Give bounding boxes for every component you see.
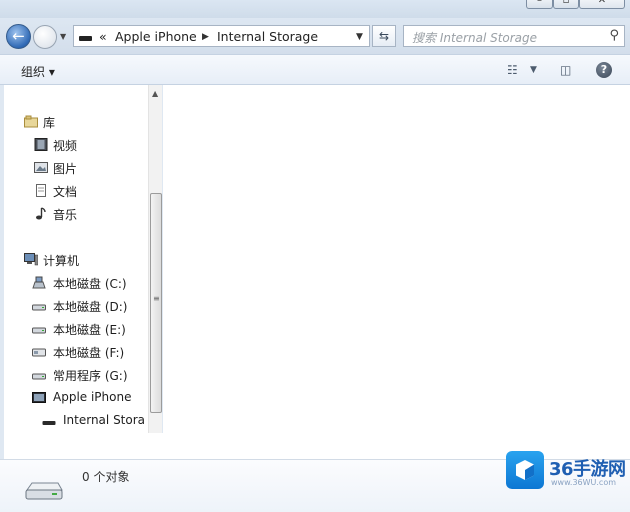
nav-apple-iphone[interactable]: Apple iPhone: [4, 388, 144, 408]
picture-icon: [34, 162, 48, 173]
title-bar: – ▫ ✕: [0, 0, 630, 18]
phone-storage-icon: [79, 36, 92, 41]
nav-drive-c-label: 本地磁盘 (C:): [53, 277, 127, 291]
nav-drive-f-label: 本地磁盘 (F:): [53, 346, 125, 360]
navigation-pane-footer: [4, 433, 163, 459]
view-options-icon[interactable]: ☷: [507, 63, 518, 77]
nav-libraries[interactable]: 库: [4, 112, 144, 132]
minimize-icon: –: [537, 0, 542, 6]
video-icon: [34, 138, 48, 151]
preview-pane-icon[interactable]: ◫: [560, 63, 571, 77]
address-overflow[interactable]: «: [99, 29, 107, 44]
nav-drive-c[interactable]: 本地磁盘 (C:): [4, 273, 144, 293]
nav-apple-iphone-label: Apple iPhone: [53, 390, 132, 404]
nav-documents-label: 文档: [53, 185, 78, 199]
view-dropdown-icon[interactable]: ▼: [530, 65, 537, 75]
help-icon[interactable]: ?: [596, 62, 612, 78]
nav-computer-label: 计算机: [43, 254, 80, 268]
nav-drive-d[interactable]: 本地磁盘 (D:): [4, 296, 144, 316]
watermark-url: www.36WU.com: [551, 478, 617, 487]
organize-button[interactable]: 组织 ▾: [21, 63, 55, 80]
search-icon[interactable]: ⚲: [609, 28, 619, 43]
watermark-cube-icon: [516, 460, 534, 480]
portable-device-icon: [25, 482, 63, 500]
nav-documents[interactable]: 文档: [4, 181, 144, 201]
nav-videos-label: 视频: [53, 139, 78, 153]
nav-drive-e[interactable]: 本地磁盘 (E:): [4, 319, 144, 339]
refresh-icon: ⇆: [378, 29, 390, 43]
back-icon: ←: [12, 27, 25, 45]
nav-computer[interactable]: 计算机: [4, 250, 144, 270]
watermark-logo: [506, 451, 544, 489]
nav-internal-storage-label: Internal Stora: [63, 413, 146, 427]
nav-music[interactable]: 音乐: [4, 204, 144, 224]
search-placeholder: 搜索 Internal Storage: [412, 31, 538, 45]
item-count: 0 个对象: [82, 470, 130, 484]
nav-drive-f[interactable]: 本地磁盘 (F:): [4, 342, 144, 362]
drive-icon: [32, 304, 46, 311]
maximize-button[interactable]: ▫: [553, 0, 579, 9]
nav-pictures-label: 图片: [53, 162, 78, 176]
address-history-dropdown[interactable]: ▼: [356, 32, 363, 42]
drive-icon: [32, 348, 46, 357]
address-bar[interactable]: « Apple iPhone ▶ Internal Storage ▼: [73, 25, 370, 47]
back-button[interactable]: ←: [6, 24, 31, 49]
close-button[interactable]: ✕: [579, 0, 625, 9]
minimize-button[interactable]: –: [526, 0, 553, 9]
library-icon: [24, 115, 38, 128]
music-icon: [36, 207, 46, 220]
recent-pages-dropdown[interactable]: ▼: [60, 32, 66, 41]
document-icon: [36, 184, 46, 197]
system-drive-icon: [32, 276, 46, 289]
scroll-up-icon[interactable]: ▲: [152, 89, 158, 98]
nav-drive-e-label: 本地磁盘 (E:): [53, 323, 126, 337]
nav-music-label: 音乐: [53, 208, 78, 222]
drive-icon: [32, 327, 46, 334]
file-list[interactable]: [163, 85, 630, 459]
close-icon: ✕: [597, 0, 607, 6]
address-segment-internal-storage[interactable]: Internal Storage: [217, 29, 318, 44]
maximize-icon: ▫: [562, 0, 570, 6]
nav-libraries-label: 库: [43, 116, 56, 130]
nav-internal-storage[interactable]: Internal Stora: [4, 411, 146, 431]
navigation-pane: 库 视频 图片 文档 音乐 计算机 本地磁盘 (C:) 本地磁盘 (D:) 本地…: [4, 85, 162, 433]
nav-scrollbar[interactable]: ▲ ≡: [148, 85, 162, 433]
forward-button[interactable]: [33, 25, 57, 49]
nav-drive-d-label: 本地磁盘 (D:): [53, 300, 128, 314]
phone-storage-icon: [42, 421, 56, 425]
scroll-grip-icon: ≡: [153, 294, 160, 303]
nav-pictures[interactable]: 图片: [4, 158, 144, 178]
command-bar: 组织 ▾ ☷ ▼ ◫ ?: [0, 54, 630, 85]
phone-icon: [32, 392, 46, 403]
refresh-button[interactable]: ⇆: [372, 25, 396, 47]
nav-videos[interactable]: 视频: [4, 135, 144, 155]
address-segment-apple-iphone[interactable]: Apple iPhone: [115, 29, 197, 44]
nav-drive-g[interactable]: 常用程序 (G:): [4, 365, 144, 385]
address-separator-icon[interactable]: ▶: [202, 32, 209, 42]
search-input[interactable]: 搜索 Internal Storage ⚲: [403, 25, 625, 47]
computer-icon: [24, 253, 38, 266]
navigation-row: ← ▼ « Apple iPhone ▶ Internal Storage ▼ …: [0, 18, 630, 54]
drive-icon: [32, 373, 46, 380]
scroll-thumb[interactable]: ≡: [150, 193, 162, 413]
nav-drive-g-label: 常用程序 (G:): [53, 369, 128, 383]
